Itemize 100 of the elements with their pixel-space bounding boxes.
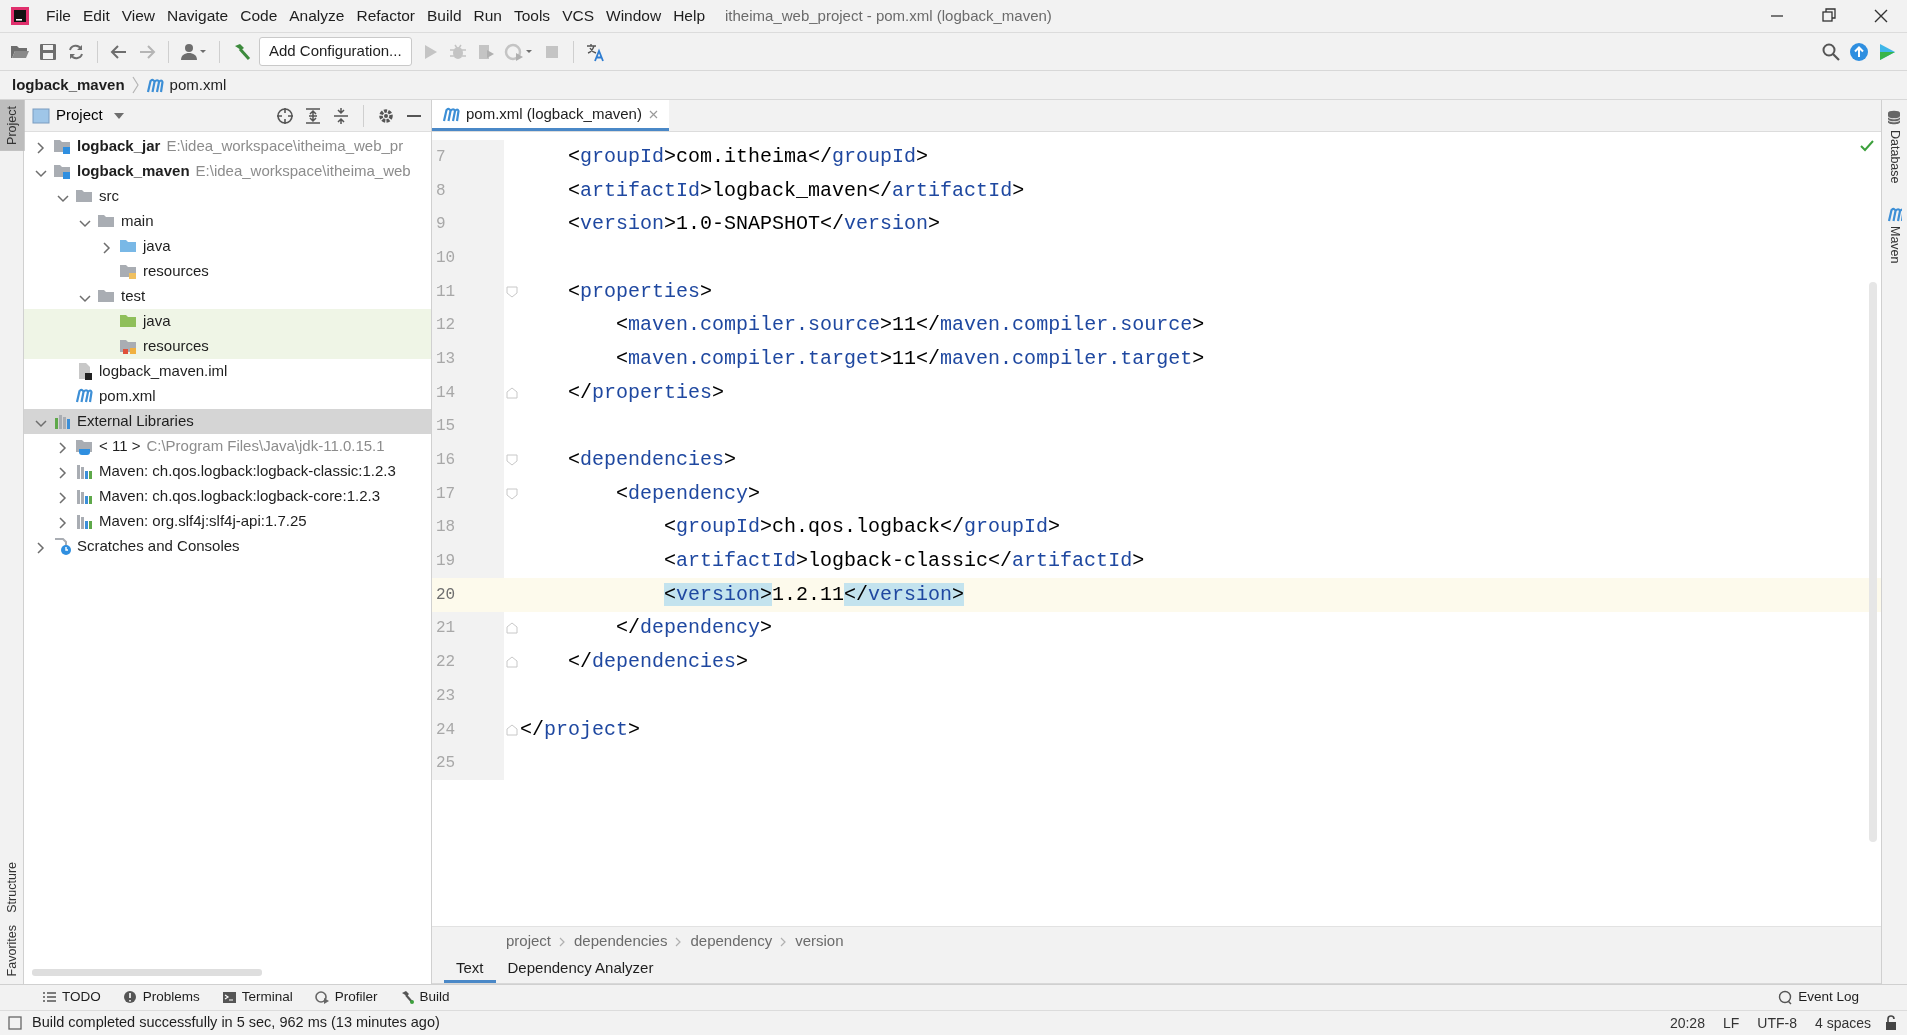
vertical-scrollbar[interactable] bbox=[1869, 282, 1877, 842]
fold-marker-icon[interactable] bbox=[505, 487, 518, 500]
search-icon[interactable] bbox=[1821, 41, 1841, 62]
tool-window-button[interactable]: TODO bbox=[34, 987, 109, 1008]
plugin-logo-icon[interactable] bbox=[1877, 41, 1897, 62]
tree-row[interactable]: Maven: ch.qos.logback:logback-classic:1.2.3 bbox=[24, 459, 431, 484]
menu-item[interactable]: Analyze bbox=[283, 4, 351, 28]
view-tab[interactable]: Text bbox=[444, 956, 496, 983]
editor-tab[interactable]: pom.xml (logback_maven) bbox=[432, 100, 669, 131]
breadcrumb-item[interactable]: logback_maven bbox=[12, 73, 125, 97]
tree-row[interactable]: pom.xml bbox=[24, 384, 431, 409]
lock-icon[interactable] bbox=[1885, 1015, 1899, 1031]
menu-item[interactable]: Edit bbox=[77, 4, 116, 28]
tool-window-tab[interactable]: Database bbox=[1882, 104, 1907, 190]
profiler-icon bbox=[314, 990, 330, 1005]
line-number: 10 bbox=[432, 241, 504, 275]
module-folder-icon bbox=[53, 162, 72, 181]
tree-label: resources bbox=[143, 261, 209, 282]
path-label: E:\idea_workspace\itheima_web_pr bbox=[166, 136, 404, 157]
tree-row[interactable]: External Libraries bbox=[24, 409, 431, 434]
tool-window-button[interactable]: Build bbox=[391, 987, 458, 1008]
dropdown-caret-icon[interactable] bbox=[112, 111, 125, 120]
collapse-all-icon[interactable] bbox=[332, 106, 350, 125]
code-line: <groupId>com.itheima</groupId> bbox=[568, 143, 929, 170]
code-line: <maven.compiler.source>11</maven.compiler.source> bbox=[616, 312, 1205, 339]
tree-row[interactable]: Maven: org.slf4j:slf4j-api:1.7.25 bbox=[24, 509, 431, 534]
fold-marker-icon[interactable] bbox=[505, 723, 518, 736]
save-icon[interactable] bbox=[38, 41, 58, 62]
status-item[interactable]: 20:28 bbox=[1665, 1012, 1709, 1034]
status-item[interactable]: LF bbox=[1718, 1012, 1744, 1034]
menu-item[interactable]: VCS bbox=[556, 4, 600, 28]
breadcrumb-item[interactable]: dependency bbox=[690, 930, 773, 953]
list-icon bbox=[42, 990, 57, 1005]
status-toggle-icon[interactable] bbox=[8, 1016, 22, 1030]
chevron-separator-icon bbox=[675, 936, 683, 947]
tree-row[interactable]: test bbox=[24, 284, 431, 309]
view-tab[interactable]: Dependency Analyzer bbox=[495, 956, 666, 983]
status-message: Build completed successfully in 5 sec, 962 ms (13 minutes ago) bbox=[32, 1013, 440, 1033]
menu-item[interactable]: File bbox=[40, 4, 77, 28]
tree-row[interactable]: resources bbox=[24, 334, 431, 359]
line-number: 17 bbox=[432, 476, 504, 511]
tool-window-tab[interactable]: Project bbox=[0, 100, 25, 151]
project-view-dropdown[interactable]: Project bbox=[56, 104, 103, 127]
fold-marker-icon[interactable] bbox=[505, 285, 518, 298]
line-number: 19 bbox=[432, 544, 504, 578]
tree-row[interactable]: logback_maven.iml bbox=[24, 359, 431, 384]
tree-row[interactable]: resources bbox=[24, 259, 431, 284]
tree-row[interactable]: Scratches and Consoles bbox=[24, 534, 431, 559]
menu-item[interactable]: Build bbox=[421, 4, 468, 28]
menu-item[interactable]: Navigate bbox=[161, 4, 235, 28]
line-number: 16 bbox=[432, 443, 504, 477]
tool-window-button[interactable]: Profiler bbox=[306, 987, 386, 1008]
settings-icon[interactable] bbox=[377, 106, 395, 125]
status-item[interactable]: UTF-8 bbox=[1753, 1012, 1801, 1034]
tool-window-tab[interactable]: Maven bbox=[1882, 199, 1907, 270]
resources-folder-icon bbox=[119, 262, 138, 281]
code-line: </dependency> bbox=[616, 615, 773, 642]
fold-marker-icon[interactable] bbox=[505, 622, 518, 635]
event-log-button[interactable]: Event Log bbox=[1770, 987, 1867, 1008]
fold-marker-icon[interactable] bbox=[505, 386, 518, 399]
menu-item[interactable]: Run bbox=[467, 4, 508, 28]
line-number: 13 bbox=[432, 342, 504, 376]
menu-item[interactable]: Window bbox=[600, 4, 668, 28]
jdk-folder-icon bbox=[75, 437, 94, 456]
menu-item[interactable]: Tools bbox=[507, 4, 557, 28]
tree-row[interactable]: main bbox=[24, 209, 431, 234]
line-number: 15 bbox=[432, 409, 504, 444]
breadcrumb-item[interactable]: dependencies bbox=[574, 930, 668, 953]
tool-window-button[interactable]: Terminal bbox=[213, 987, 301, 1008]
tree-row[interactable]: java bbox=[24, 234, 431, 259]
locate-icon[interactable] bbox=[276, 106, 294, 125]
expand-all-icon[interactable] bbox=[304, 106, 322, 125]
tree-row[interactable]: Maven: ch.qos.logback:logback-core:1.2.3 bbox=[24, 484, 431, 509]
breadcrumb-item[interactable]: version bbox=[795, 930, 844, 953]
tree-row[interactable]: java bbox=[24, 309, 431, 334]
tree-row[interactable]: logback_jar E:\idea_workspace\itheima_web_pr bbox=[24, 134, 431, 159]
tree-label: main bbox=[121, 211, 154, 232]
tree-row[interactable]: src bbox=[24, 184, 431, 209]
breadcrumb-item[interactable]: pom.xml bbox=[169, 73, 227, 97]
menu-item[interactable]: Code bbox=[234, 4, 284, 28]
update-icon[interactable] bbox=[1849, 41, 1869, 62]
add-configuration-button[interactable]: Add Configuration... bbox=[259, 37, 412, 66]
code-line: <maven.compiler.target>11</maven.compiler.target> bbox=[616, 345, 1205, 372]
tree-row[interactable]: < 11 > C:\Program Files\Java\jdk-11.0.15.1 bbox=[24, 434, 431, 459]
menu-item[interactable]: Refactor bbox=[350, 4, 422, 28]
fold-marker-icon[interactable] bbox=[505, 656, 518, 669]
user-dropdown-icon[interactable] bbox=[180, 41, 208, 62]
translate-icon[interactable] bbox=[584, 41, 605, 62]
libraries-icon bbox=[53, 412, 72, 431]
breadcrumb-item[interactable]: project bbox=[506, 930, 552, 953]
status-item[interactable]: 4 spaces bbox=[1810, 1012, 1875, 1034]
tool-window-button[interactable]: Problems bbox=[114, 987, 208, 1008]
horizontal-scrollbar[interactable] bbox=[32, 969, 262, 976]
tool-window-tab[interactable]: Favorites bbox=[0, 918, 25, 982]
tree-row[interactable]: logback_maven E:\idea_workspace\itheima_web bbox=[24, 159, 431, 184]
tool-window-tab[interactable]: Structure bbox=[0, 855, 25, 919]
fold-marker-icon[interactable] bbox=[505, 454, 518, 467]
menu-item[interactable]: Help bbox=[667, 4, 712, 28]
tree-label: resources bbox=[143, 336, 209, 357]
menu-item[interactable]: View bbox=[115, 4, 162, 28]
